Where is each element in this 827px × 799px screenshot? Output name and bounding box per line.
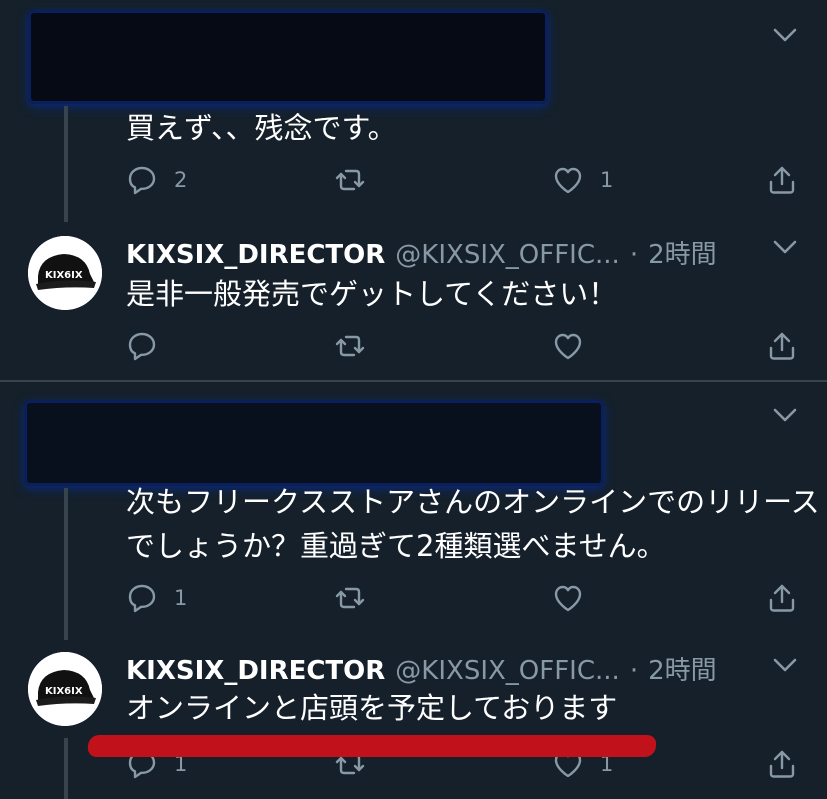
retweet-button[interactable] <box>334 578 382 618</box>
redacted-author-2 <box>24 400 604 486</box>
timestamp[interactable]: 2時間 <box>648 234 717 271</box>
retweet-button[interactable] <box>334 326 382 366</box>
share-icon <box>769 584 795 612</box>
separator-dot: · <box>629 240 639 270</box>
author-name[interactable]: KIXSIX_DIRECTOR <box>126 240 385 270</box>
like-button[interactable] <box>552 578 600 618</box>
tweet-text: でしょうか？重過ぎて2種類選べません。 <box>126 529 666 563</box>
tweet-text: オンラインと店頭を予定しております <box>126 691 618 725</box>
avatar[interactable]: KIX6IX <box>28 236 102 310</box>
reply-button[interactable]: 2 <box>126 160 187 200</box>
tweet-actions: 2 1 <box>126 160 806 200</box>
share-button[interactable] <box>766 326 798 366</box>
red-highlight-annotation <box>86 735 658 757</box>
thread-line <box>64 106 68 222</box>
chevron-down-icon[interactable] <box>772 26 798 44</box>
author-handle[interactable]: @KIXSIX_OFFIC... <box>395 656 620 686</box>
reply-icon <box>128 166 156 195</box>
share-icon <box>769 332 795 360</box>
chevron-down-icon[interactable] <box>772 406 798 424</box>
share-button[interactable] <box>766 160 798 200</box>
reply-count: 1 <box>174 586 188 610</box>
like-button[interactable] <box>552 326 600 366</box>
share-icon <box>769 166 795 194</box>
reply-button[interactable] <box>126 326 174 366</box>
thread-line <box>64 488 68 640</box>
thread-line <box>64 738 68 799</box>
share-button[interactable] <box>766 578 798 618</box>
avatar[interactable]: KIX6IX <box>28 652 102 726</box>
heart-icon <box>554 167 582 194</box>
retweet-icon <box>335 169 365 191</box>
tweet-actions: 1 <box>126 578 806 618</box>
tweet-actions <box>126 326 806 366</box>
tweet-text: 次もフリークスストアさんのオンラインでのリリース <box>126 485 820 519</box>
reply-icon <box>128 332 156 361</box>
tweet-header: KIXSIX_DIRECTOR @KIXSIX_OFFIC... · 2時間 <box>126 650 717 687</box>
like-button[interactable]: 1 <box>552 160 613 200</box>
share-icon <box>769 750 795 778</box>
tweet-text: 買えず、、残念です。 <box>126 111 397 145</box>
like-count: 1 <box>600 168 614 192</box>
tweet-divider <box>0 380 827 382</box>
share-button[interactable] <box>766 744 798 784</box>
reply-icon <box>128 584 156 613</box>
retweet-button[interactable] <box>334 160 382 200</box>
heart-icon <box>554 585 582 612</box>
separator-dot: · <box>629 656 639 686</box>
author-handle[interactable]: @KIXSIX_OFFIC... <box>395 240 620 270</box>
chevron-down-icon[interactable] <box>772 656 798 674</box>
retweet-icon <box>335 335 365 357</box>
heart-icon <box>554 333 582 360</box>
tweet-text: 是非一般発売でゲットしてください！ <box>126 277 618 311</box>
avatar-logo: KIX6IX <box>45 686 83 697</box>
avatar-logo: KIX6IX <box>45 270 83 281</box>
reply-count: 2 <box>174 168 188 192</box>
author-name[interactable]: KIXSIX_DIRECTOR <box>126 656 385 686</box>
chevron-down-icon[interactable] <box>772 238 798 256</box>
retweet-icon <box>335 587 365 609</box>
redacted-author-1 <box>28 10 548 104</box>
timestamp[interactable]: 2時間 <box>648 650 717 687</box>
tweet-header: KIXSIX_DIRECTOR @KIXSIX_OFFIC... · 2時間 <box>126 234 717 271</box>
reply-button[interactable]: 1 <box>126 578 187 618</box>
